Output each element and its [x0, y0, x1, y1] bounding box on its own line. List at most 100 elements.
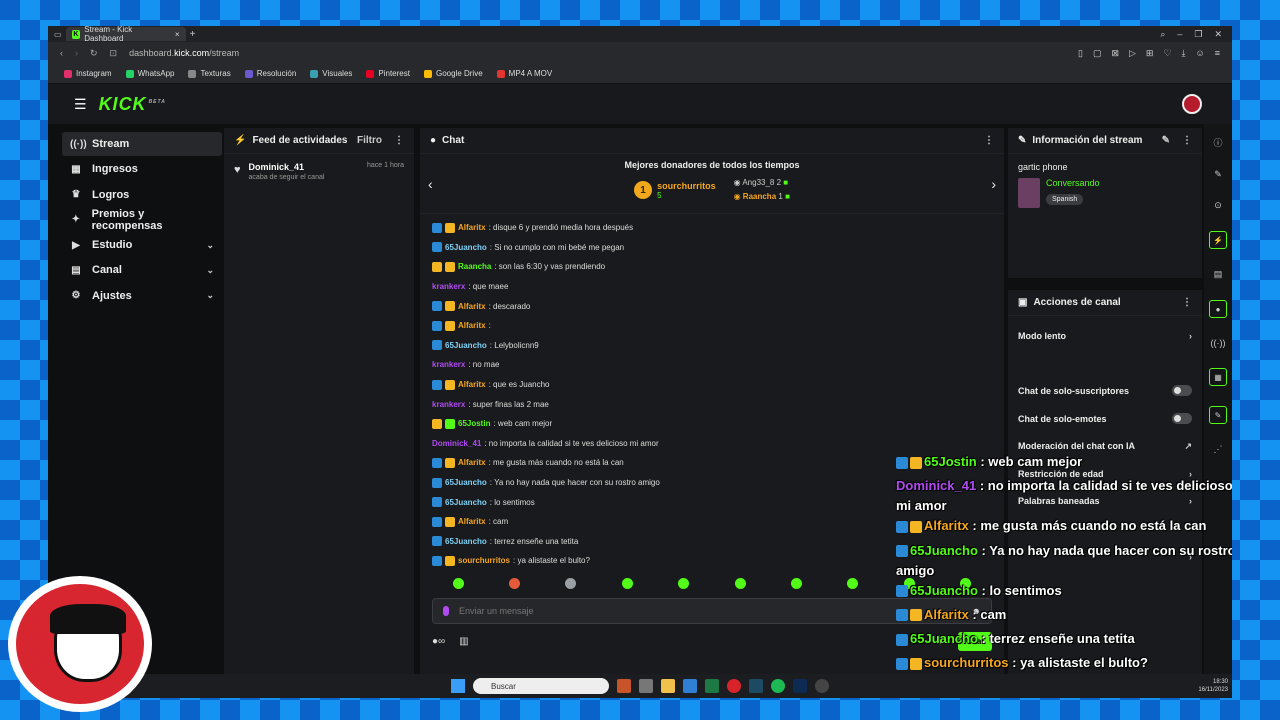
- excel-icon[interactable]: [705, 679, 719, 693]
- chat-username[interactable]: 65Juancho: [445, 537, 487, 546]
- extension-icon[interactable]: ⊠: [1111, 48, 1119, 59]
- info-icon[interactable]: ⓘ: [1213, 136, 1222, 149]
- windows-start-icon[interactable]: [451, 679, 465, 693]
- toggle-switch[interactable]: [1172, 385, 1192, 397]
- chevron-down-icon[interactable]: ⌄: [206, 240, 214, 251]
- emote-icon[interactable]: [565, 578, 577, 589]
- search-icon[interactable]: ⌕: [1160, 29, 1165, 40]
- chat-username[interactable]: krankerx: [432, 400, 465, 409]
- tab-close-icon[interactable]: ×: [175, 30, 180, 39]
- filter-button[interactable]: Filtro: [357, 135, 382, 146]
- microphone-icon[interactable]: [443, 606, 449, 616]
- emote-icon[interactable]: [734, 578, 746, 589]
- maximize-icon[interactable]: ❐: [1194, 29, 1202, 40]
- back-icon[interactable]: ‹: [60, 48, 63, 58]
- user-avatar[interactable]: [1182, 94, 1202, 114]
- chevron-down-icon[interactable]: ⌄: [206, 290, 214, 301]
- chat-username[interactable]: 65Juancho: [445, 243, 487, 252]
- new-tab-icon[interactable]: +: [190, 29, 196, 40]
- folder-icon[interactable]: [661, 679, 675, 693]
- donor-name[interactable]: Ang33_8: [742, 178, 774, 187]
- layout-icon[interactable]: ▦: [1209, 368, 1227, 386]
- bolt-icon[interactable]: ⚡: [1209, 231, 1227, 249]
- chat-username[interactable]: 65Juancho: [445, 341, 487, 350]
- chat-username[interactable]: Alfaritx: [458, 302, 486, 311]
- emote-icon[interactable]: [678, 578, 690, 589]
- bookmark-item[interactable]: Instagram: [64, 69, 112, 78]
- bookmark-item[interactable]: Resolución: [244, 69, 296, 78]
- sidebar-item-premios[interactable]: ✦ Premios y recompensas: [62, 208, 222, 232]
- menu-icon[interactable]: ≡: [1215, 48, 1220, 59]
- opera-icon[interactable]: [727, 679, 741, 693]
- chat-username[interactable]: krankerx: [432, 360, 465, 369]
- more-options-icon[interactable]: ⋮: [984, 135, 994, 146]
- store-icon[interactable]: [683, 679, 697, 693]
- chat-username[interactable]: Raancha: [458, 262, 491, 271]
- url-field[interactable]: dashboard.kick.com/stream: [129, 48, 239, 58]
- emote-icon[interactable]: [621, 578, 633, 589]
- reload-icon[interactable]: ↻: [90, 48, 98, 59]
- chat-username[interactable]: Alfaritx: [458, 321, 486, 330]
- more-options-icon[interactable]: ⋮: [1182, 297, 1192, 308]
- edit-icon[interactable]: ✎: [1214, 169, 1222, 180]
- hamburger-menu-icon[interactable]: ☰: [74, 96, 87, 113]
- sidebar-item-canal[interactable]: ▤ Canal ⌄: [62, 258, 222, 282]
- forward-icon[interactable]: ›: [75, 48, 78, 58]
- bookmark-item[interactable]: Visuales: [310, 69, 352, 78]
- donor-name[interactable]: Raancha: [743, 192, 776, 201]
- chat-username[interactable]: Alfaritx: [458, 517, 486, 526]
- heart-icon[interactable]: ♡: [1163, 48, 1171, 59]
- close-icon[interactable]: ✕: [1214, 29, 1222, 40]
- bookmark-item[interactable]: Google Drive: [423, 69, 483, 78]
- toggle-switch[interactable]: [1172, 413, 1192, 425]
- taskview-icon[interactable]: [639, 679, 653, 693]
- system-clock[interactable]: 18:30 16/11/2023: [1198, 678, 1228, 694]
- top-donor-name[interactable]: sourchurritos: [657, 181, 716, 191]
- channel-action-item[interactable]: Modo lento ›: [1008, 322, 1202, 350]
- points-icon[interactable]: ●∞: [432, 636, 445, 647]
- app-icon[interactable]: [617, 679, 631, 693]
- bookmark-item[interactable]: Pinterest: [366, 69, 410, 78]
- emote-icon[interactable]: [791, 578, 803, 589]
- chat-username[interactable]: Alfaritx: [458, 458, 486, 467]
- chevron-right-icon[interactable]: ›: [1189, 331, 1192, 341]
- emote-icon[interactable]: [509, 578, 521, 589]
- browser-tab[interactable]: K Stream - Kick Dashboard ×: [65, 26, 186, 43]
- bookmark-item[interactable]: Texturas: [188, 69, 231, 78]
- external-link-icon[interactable]: ↗: [1184, 441, 1192, 452]
- tab-list-icon[interactable]: ▭: [54, 30, 62, 39]
- channel-action-item[interactable]: Chat de solo-suscriptores: [1008, 377, 1202, 405]
- chat-username[interactable]: 65Juancho: [445, 498, 487, 507]
- chevron-down-icon[interactable]: ⌄: [206, 265, 214, 276]
- bookmark-item[interactable]: MP4 A MOV: [496, 69, 552, 78]
- chat-username[interactable]: 65Jostin: [458, 419, 490, 428]
- sidebar-item-ajustes[interactable]: ⚙ Ajustes ⌄: [62, 284, 222, 308]
- sidebar-item-logros[interactable]: ♛ Logros: [62, 183, 222, 207]
- profile-icon[interactable]: ☺: [1196, 48, 1205, 59]
- play-icon[interactable]: ▷: [1129, 48, 1136, 59]
- edit-icon[interactable]: ✎: [1162, 135, 1170, 146]
- store-icon[interactable]: ▥: [459, 636, 468, 647]
- chat-username[interactable]: Alfaritx: [458, 223, 486, 232]
- channel-action-item[interactable]: Chat de solo-emotes: [1008, 405, 1202, 433]
- taskbar-search[interactable]: Buscar: [473, 678, 609, 694]
- chat-username[interactable]: Dominick_41: [432, 439, 481, 448]
- chat-input[interactable]: [459, 606, 962, 616]
- category-name[interactable]: Conversando: [1046, 178, 1100, 188]
- chevron-right-icon[interactable]: ›: [991, 176, 996, 192]
- sidebar-item-stream[interactable]: ((·)) Stream: [62, 132, 222, 156]
- chat-username[interactable]: Alfaritx: [458, 380, 486, 389]
- chat-username[interactable]: 65Juancho: [445, 478, 487, 487]
- camera-icon[interactable]: ⊙: [1214, 200, 1222, 211]
- obs-icon[interactable]: [815, 679, 829, 693]
- bookmark-item[interactable]: WhatsApp: [125, 69, 174, 78]
- chevron-left-icon[interactable]: ‹: [428, 176, 433, 192]
- chat-username[interactable]: krankerx: [432, 282, 465, 291]
- more-options-icon[interactable]: ⋮: [1182, 135, 1192, 146]
- emote-icon[interactable]: [452, 578, 464, 589]
- extension-icon[interactable]: ⊞: [1146, 48, 1154, 59]
- site-info-icon[interactable]: ⊡: [110, 48, 118, 59]
- more-options-icon[interactable]: ⋮: [394, 135, 404, 146]
- broadcast-icon[interactable]: ((·)): [1211, 338, 1226, 348]
- sidebar-item-ingresos[interactable]: ▦ Ingresos: [62, 157, 222, 181]
